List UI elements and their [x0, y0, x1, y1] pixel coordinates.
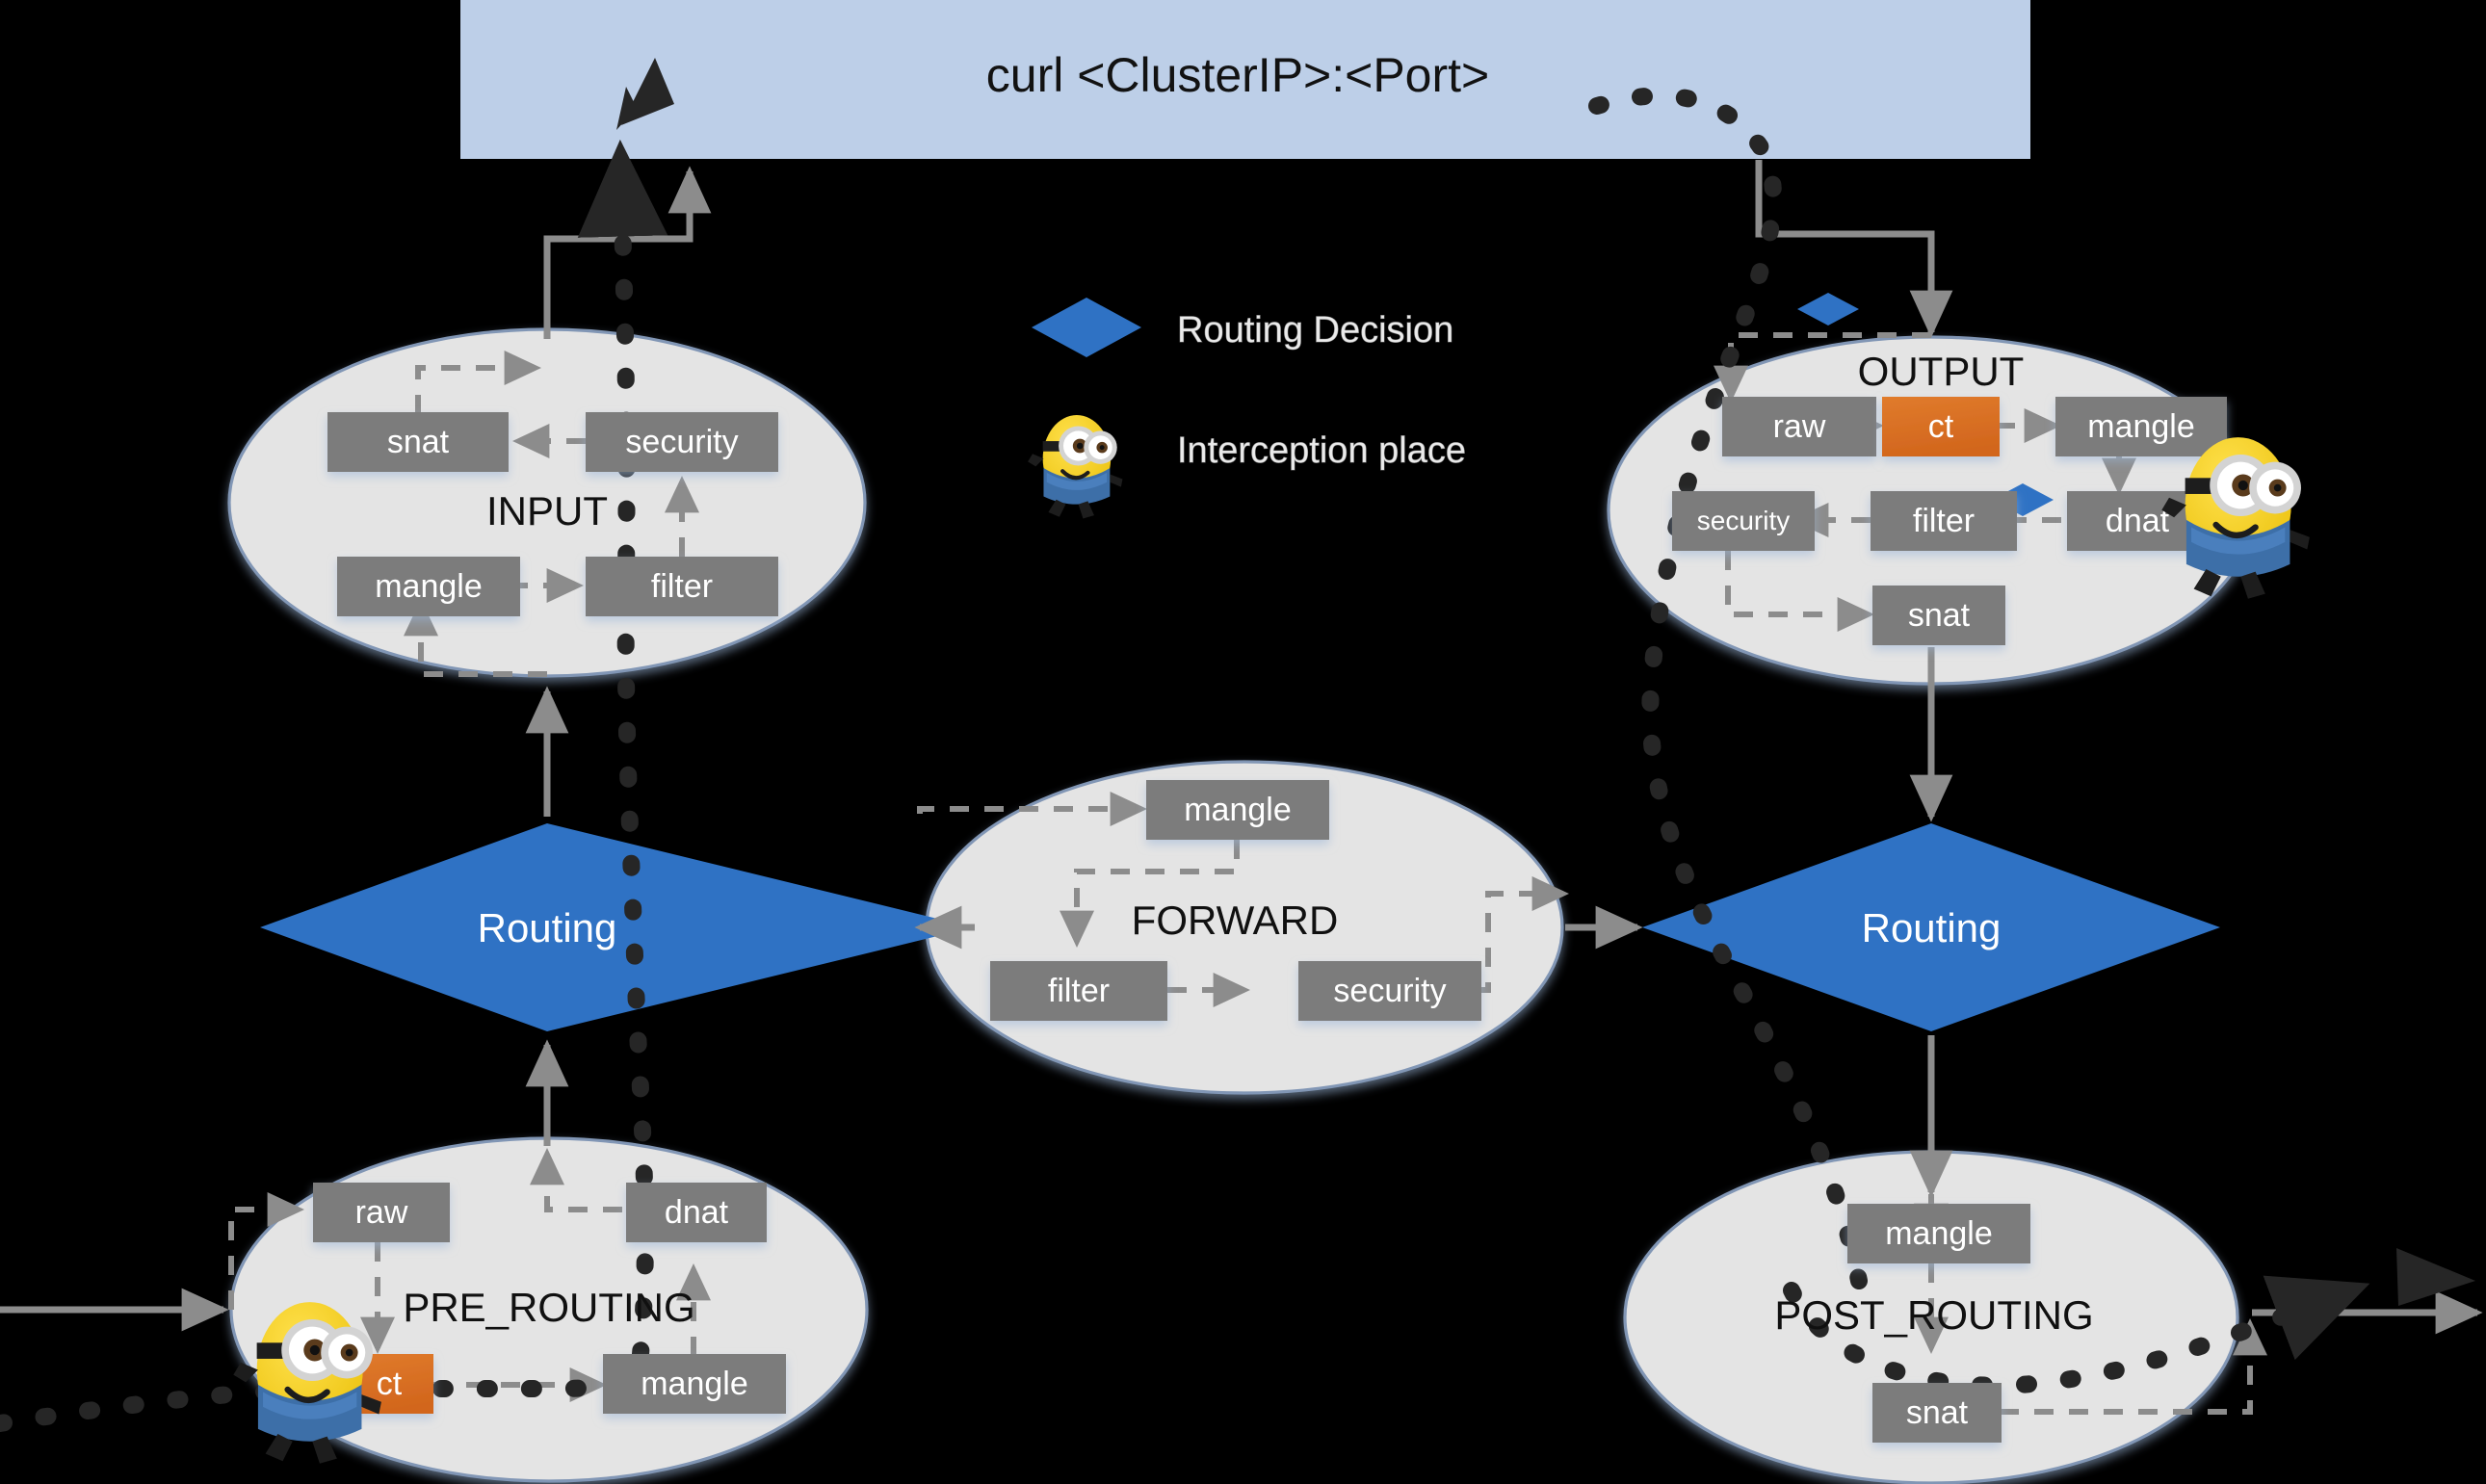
diagram-canvas: curl <ClusterIP>:<Port> Routing Decision… [0, 0, 2486, 1484]
table-box-input-security[interactable]: security [586, 412, 778, 472]
chain-ellipse-input [227, 327, 867, 678]
legend-blue-diamond-icon [1032, 298, 1141, 357]
legend-routing-decision-label: Routing Decision [1177, 310, 1453, 351]
curl-banner [460, 0, 2030, 159]
table-box-output-raw[interactable]: raw [1722, 397, 1876, 456]
legend: Routing Decision Interception place [1028, 298, 1466, 519]
solid-connectors [0, 160, 2483, 1335]
table-box-prerouting-raw[interactable]: raw [313, 1183, 450, 1242]
small-blue-diamond-output-top [1797, 293, 1859, 325]
netfilter-flow-svg: curl <ClusterIP>:<Port> Routing Decision… [0, 0, 2483, 1484]
table-box-output-ct[interactable]: ct [1882, 397, 2000, 456]
table-box-input-snat[interactable]: snat [327, 412, 509, 472]
table-box-output-security[interactable]: security [1672, 491, 1815, 551]
trace-banner-down-right [1588, 87, 1868, 1289]
legend-minion-icon [1028, 415, 1123, 519]
table-box-output-mangle[interactable]: mangle [2055, 397, 2227, 456]
table-box-forward-mangle[interactable]: mangle [1146, 780, 1329, 840]
legend-interception-place-label: Interception place [1177, 430, 1466, 471]
trace-arrowhead-egress [2396, 1248, 2475, 1306]
table-box-prerouting-mangle[interactable]: mangle [603, 1354, 786, 1414]
table-box-postrouting-mangle[interactable]: mangle [1847, 1204, 2030, 1263]
table-box-input-filter[interactable]: filter [586, 557, 778, 616]
table-box-output-snat[interactable]: snat [1872, 586, 2005, 645]
table-box-input-mangle[interactable]: mangle [337, 557, 520, 616]
table-box-forward-security[interactable]: security [1298, 961, 1481, 1021]
table-box-postrouting-snat[interactable]: snat [1872, 1383, 2002, 1443]
routing-decision-left[interactable] [260, 823, 973, 1031]
table-box-forward-filter[interactable]: filter [990, 961, 1167, 1021]
table-box-output-filter[interactable]: filter [1871, 491, 2017, 551]
table-box-prerouting-dnat[interactable]: dnat [626, 1183, 767, 1242]
